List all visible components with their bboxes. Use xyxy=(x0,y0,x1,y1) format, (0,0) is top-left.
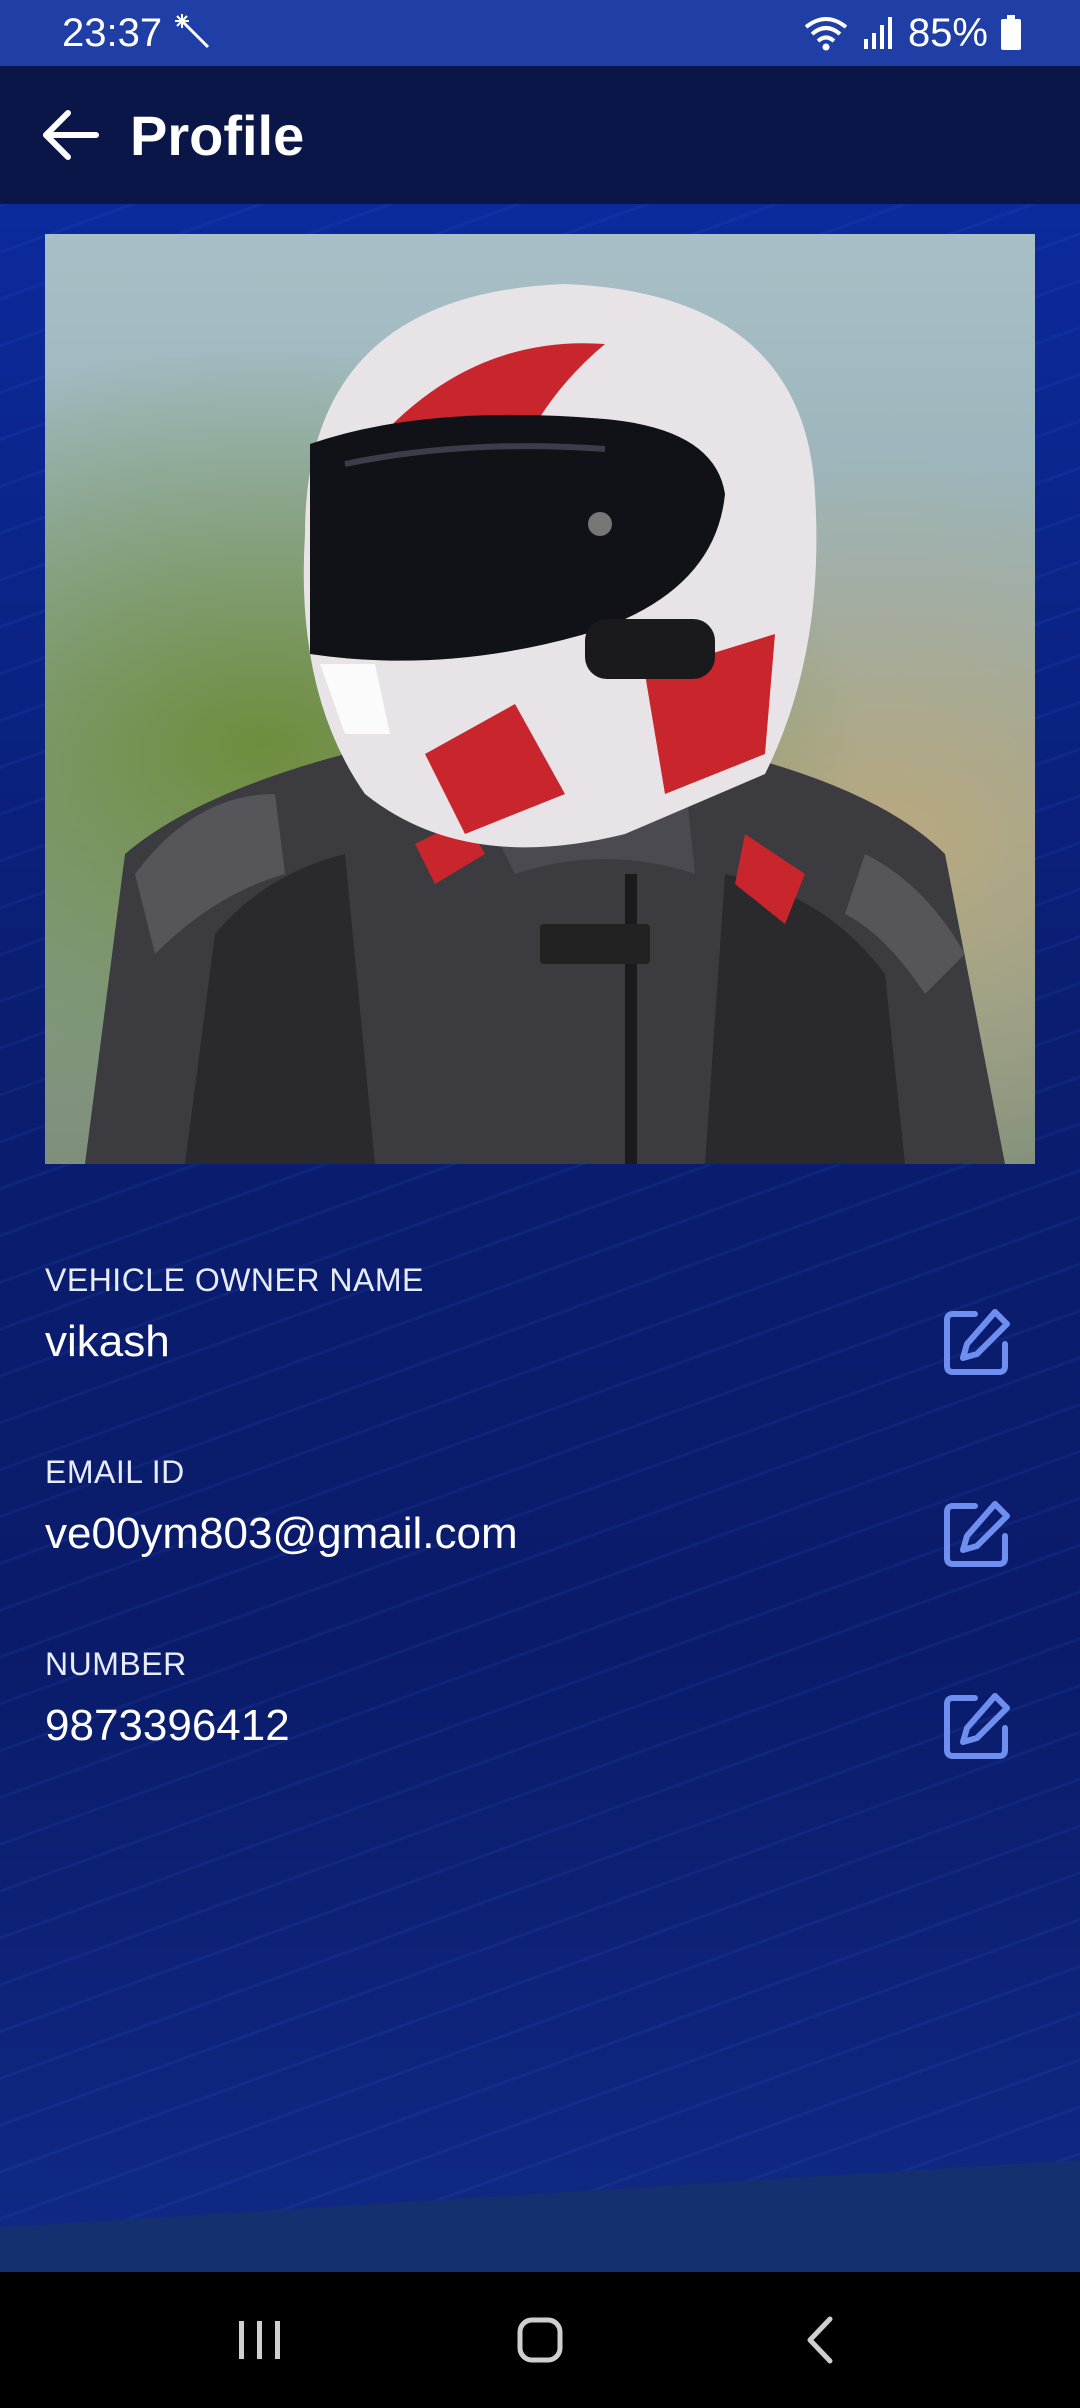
status-bar: 23:37 85% xyxy=(0,0,1080,66)
arrow-left-icon xyxy=(43,110,99,160)
chevron-left-icon xyxy=(807,2316,833,2364)
email-label: EMAIL ID xyxy=(45,1454,185,1490)
magic-wand-icon xyxy=(174,13,214,53)
email-field: EMAIL ID ve00ym803@gmail.com xyxy=(45,1454,1035,1567)
recents-icon xyxy=(239,2321,280,2359)
pencil-square-icon xyxy=(944,1693,1010,1759)
edit-owner-name-button[interactable] xyxy=(939,1304,1015,1380)
battery-icon xyxy=(1000,15,1022,51)
pencil-square-icon xyxy=(944,1309,1010,1375)
signal-icon xyxy=(862,15,896,51)
page-title: Profile xyxy=(130,103,305,167)
profile-photo[interactable] xyxy=(45,234,1035,1164)
number-field: NUMBER 9873396412 xyxy=(45,1646,1035,1759)
rider-illustration xyxy=(85,284,1005,1164)
edit-email-button[interactable] xyxy=(939,1496,1015,1572)
wifi-icon xyxy=(802,13,850,53)
home-button[interactable] xyxy=(480,2290,600,2390)
system-nav-bar xyxy=(0,2272,1080,2408)
status-right: 85% xyxy=(802,11,1022,56)
owner-name-field: VEHICLE OWNER NAME vikash xyxy=(45,1262,1035,1375)
number-value: 9873396412 xyxy=(45,1701,290,1750)
battery-percentage: 85% xyxy=(907,10,988,55)
pencil-square-icon xyxy=(944,1501,1010,1567)
home-icon xyxy=(517,2317,563,2363)
status-left: 23:37 xyxy=(62,11,214,56)
email-value: ve00ym803@gmail.com xyxy=(45,1509,518,1558)
recent-apps-button[interactable] xyxy=(200,2290,320,2390)
owner-name-value: vikash xyxy=(45,1317,170,1366)
status-time: 23:37 xyxy=(62,10,163,55)
edit-number-button[interactable] xyxy=(939,1688,1015,1764)
app-bar: Profile xyxy=(0,66,1080,204)
owner-name-label: VEHICLE OWNER NAME xyxy=(45,1262,424,1298)
number-label: NUMBER xyxy=(45,1646,187,1682)
back-button[interactable] xyxy=(40,105,100,165)
nav-back-button[interactable] xyxy=(760,2290,880,2390)
